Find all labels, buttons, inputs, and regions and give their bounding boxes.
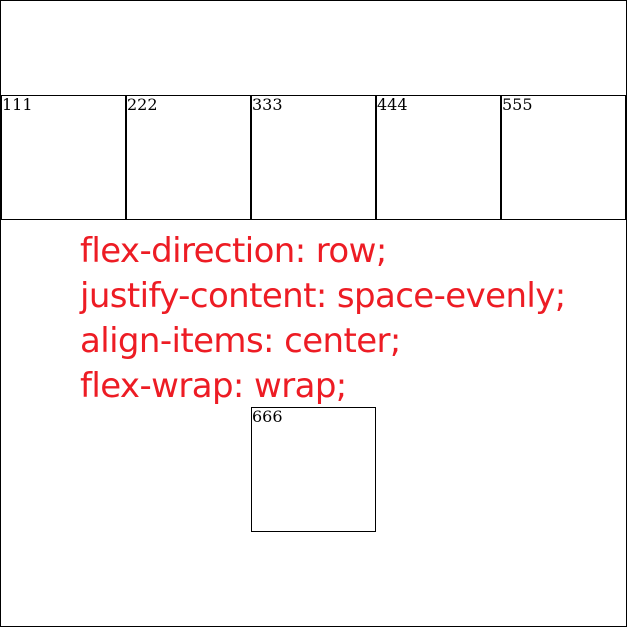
flex-item-label: 666 xyxy=(252,407,283,427)
annotation-line-flex-direction: flex-direction: row; xyxy=(80,231,387,271)
flex-item-label: 111 xyxy=(2,94,33,114)
flex-item-label: 444 xyxy=(377,94,408,114)
annotation-line-align-items: align-items: center; xyxy=(80,321,401,361)
css-annotation: flex-direction: row; justify-content: sp… xyxy=(80,229,566,409)
flex-item-label: 333 xyxy=(252,94,283,114)
flex-item-label: 222 xyxy=(127,94,158,114)
flex-item-555: 555 xyxy=(501,94,626,220)
flex-item-111: 111 xyxy=(1,94,126,220)
flex-item-666: 666 xyxy=(251,407,376,533)
flex-item-444: 444 xyxy=(376,94,501,220)
flex-item-222: 222 xyxy=(126,94,251,220)
flex-item-label: 555 xyxy=(502,94,533,114)
annotation-line-justify-content: justify-content: space-evenly; xyxy=(80,276,566,316)
annotation-line-flex-wrap: flex-wrap: wrap; xyxy=(80,366,347,406)
flex-item-333: 333 xyxy=(251,94,376,220)
